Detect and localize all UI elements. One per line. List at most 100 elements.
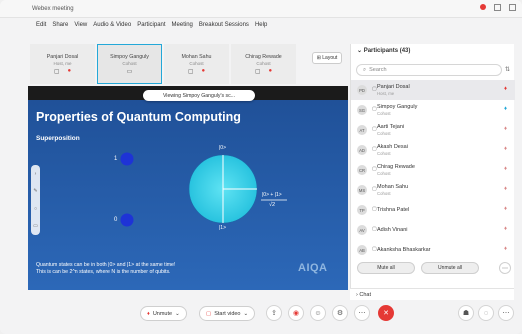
participant-name: Akash Desai (377, 144, 408, 150)
menu-edit[interactable]: Edit (36, 22, 46, 28)
meeting-window: Webex meeting Edit Share View Audio & Vi… (0, 0, 522, 334)
apps-icon[interactable]: ⚙ (332, 305, 348, 321)
record-dot-icon (480, 4, 486, 10)
video-icon: ▢ (372, 126, 377, 132)
list-item[interactable]: MS ▢ Mohan Sahu Cohost ♦ (351, 180, 515, 200)
participants-icon[interactable]: ☗ (458, 305, 474, 321)
tile-role: Cohost (256, 60, 271, 66)
start-video-button[interactable]: ▢ Start video ⌄ (199, 306, 256, 321)
pointer-icon[interactable]: › (35, 171, 37, 177)
circle-bottom-label: |1> (219, 225, 226, 231)
video-tile[interactable]: Mohan Sahu Cohost ▢ ● (164, 44, 229, 84)
mic-muted-icon[interactable]: ♦ (504, 126, 507, 132)
qubit-one-dot (120, 152, 134, 166)
list-item[interactable]: AD ▢ Akash Desai Cohost ♦ (351, 140, 515, 160)
list-item[interactable]: TP ▢ Trishna Patel ♦ (351, 200, 515, 220)
circle-top-label: |0> (219, 145, 226, 151)
more-options-button[interactable]: ⋯ (499, 262, 511, 274)
participant-name: Simpoy Ganguly (377, 104, 418, 110)
participant-role: Cohost (377, 131, 391, 136)
mic-muted-icon: ♦ (147, 310, 150, 317)
list-item[interactable]: AT ▢ Aarti Tejani Cohost ♦ (351, 120, 515, 140)
chevron-down-icon: ⌄ (357, 48, 364, 54)
menu-share[interactable]: Share (52, 22, 68, 28)
participant-name: Adish Vinani (377, 227, 408, 233)
video-off-icon: ▢ (187, 68, 194, 75)
unmute-all-button[interactable]: Unmute all (421, 262, 479, 274)
mic-muted-icon[interactable]: ♦ (504, 246, 507, 252)
record-icon[interactable]: ◉ (288, 305, 304, 321)
search-input[interactable]: ⌕ Search (356, 64, 502, 76)
annotation-toolbar: › ✎ ○ ▭ (31, 165, 40, 235)
video-off-icon: ▢ (254, 68, 261, 75)
shape-icon[interactable]: ○ (34, 206, 37, 212)
list-item[interactable]: PD ▢ Panjari Dosal Host, me ♦ (351, 80, 515, 100)
avatar: TP (357, 205, 367, 215)
tile-name: Panjari Dosal (46, 53, 79, 60)
formula-numerator: |0> + |1> (262, 192, 282, 198)
mic-muted-icon[interactable]: ♦ (504, 226, 507, 232)
layout-button[interactable]: ⊞ Layout (312, 52, 342, 64)
window-controls (480, 4, 516, 11)
menu-breakout[interactable]: Breakout Sessions (199, 22, 249, 28)
ket-zero-label: 0 (114, 217, 118, 223)
search-icon: ⌕ (363, 66, 367, 73)
participant-name: Mohan Sahu (377, 184, 409, 190)
close-icon[interactable] (509, 4, 516, 11)
eraser-icon[interactable]: ▭ (33, 223, 38, 229)
video-icon: ▢ (372, 86, 377, 92)
menu-participant[interactable]: Participant (137, 22, 165, 28)
video-tile-active[interactable]: Simpoy Ganguly Cohost ▭ (97, 44, 162, 84)
avatar: SG (357, 105, 367, 115)
sort-icon[interactable]: ⇅ (505, 66, 510, 73)
menu-meeting[interactable]: Meeting (172, 22, 193, 28)
video-icon: ▢ (372, 206, 377, 212)
video-off-icon: ▢ (53, 68, 60, 75)
participants-title: Participants (43) (363, 48, 411, 54)
control-bar: ♦ Unmute ⌄ ▢ Start video ⌄ ⇪ ◉ ☺ ⚙ ⋯ ✕ ☗… (0, 296, 522, 334)
more-panels-icon[interactable]: ⋯ (498, 305, 514, 321)
mic-icon[interactable]: ♦ (504, 106, 507, 112)
tile-role: Cohost (189, 60, 204, 66)
reactions-icon[interactable]: ☺ (310, 305, 326, 321)
mic-muted-icon: ● (201, 67, 206, 74)
share-icon[interactable]: ⇪ (266, 305, 282, 321)
avatar: AT (357, 125, 367, 135)
avatar: CR (357, 165, 367, 175)
chat-icon[interactable]: ◌ (478, 305, 494, 321)
mic-muted-icon[interactable]: ♦ (504, 186, 507, 192)
video-tile[interactable]: Chirag Rewade Cohost ▢ ● (231, 44, 296, 84)
mic-muted-icon[interactable]: ♦ (504, 146, 507, 152)
menu-view[interactable]: View (74, 22, 87, 28)
slide-footnote: Quantum states can be in both |0> and |1… (36, 262, 175, 276)
more-icon[interactable]: ⋯ (354, 305, 370, 321)
list-item[interactable]: SG ▢ Simpoy Ganguly Cohost ♦ (351, 100, 515, 120)
menu-help[interactable]: Help (255, 22, 267, 28)
list-item[interactable]: CR ▢ Chirag Rewade Cohost ♦ (351, 160, 515, 180)
participant-list: PD ▢ Panjari Dosal Host, me ♦ SG ▢ Simpoy… (351, 80, 515, 260)
footnote-line-1: Quantum states can be in both |0> and |1… (36, 262, 176, 268)
start-video-label: Start video (214, 310, 241, 317)
video-tile[interactable]: Panjari Dosal Host, me ▢ ● (30, 44, 95, 84)
mute-all-button[interactable]: Mute all (357, 262, 415, 274)
pen-icon[interactable]: ✎ (33, 188, 37, 194)
participant-name: Panjari Dosal (377, 84, 410, 90)
mic-icon[interactable]: ♦ (504, 86, 507, 92)
ket-one-label: 1 (114, 156, 118, 162)
tile-name: Simpoy Ganguly (110, 53, 149, 60)
shared-screen: Viewing Simpoy Ganguly's sc... Propertie… (28, 86, 348, 290)
menu-audio-video[interactable]: Audio & Video (93, 22, 131, 28)
mic-muted-icon: ● (67, 67, 72, 74)
mic-muted-icon[interactable]: ♦ (504, 206, 507, 212)
avatar: AB (357, 245, 367, 255)
list-item[interactable]: AB ▢ Akanksha Bhaskarkar ♦ (351, 240, 515, 260)
participant-name: Chirag Rewade (377, 164, 415, 170)
unmute-button[interactable]: ♦ Unmute ⌄ (140, 306, 187, 321)
mic-muted-icon[interactable]: ♦ (504, 166, 507, 172)
participants-header[interactable]: ⌄ Participants (43) (357, 47, 410, 54)
tile-role: Cohost (122, 60, 137, 66)
minimize-icon[interactable] (494, 4, 501, 11)
video-off-icon: ▢ (206, 310, 212, 317)
leave-meeting-button[interactable]: ✕ (378, 305, 394, 321)
list-item[interactable]: AV ▢ Adish Vinani ♦ (351, 220, 515, 240)
